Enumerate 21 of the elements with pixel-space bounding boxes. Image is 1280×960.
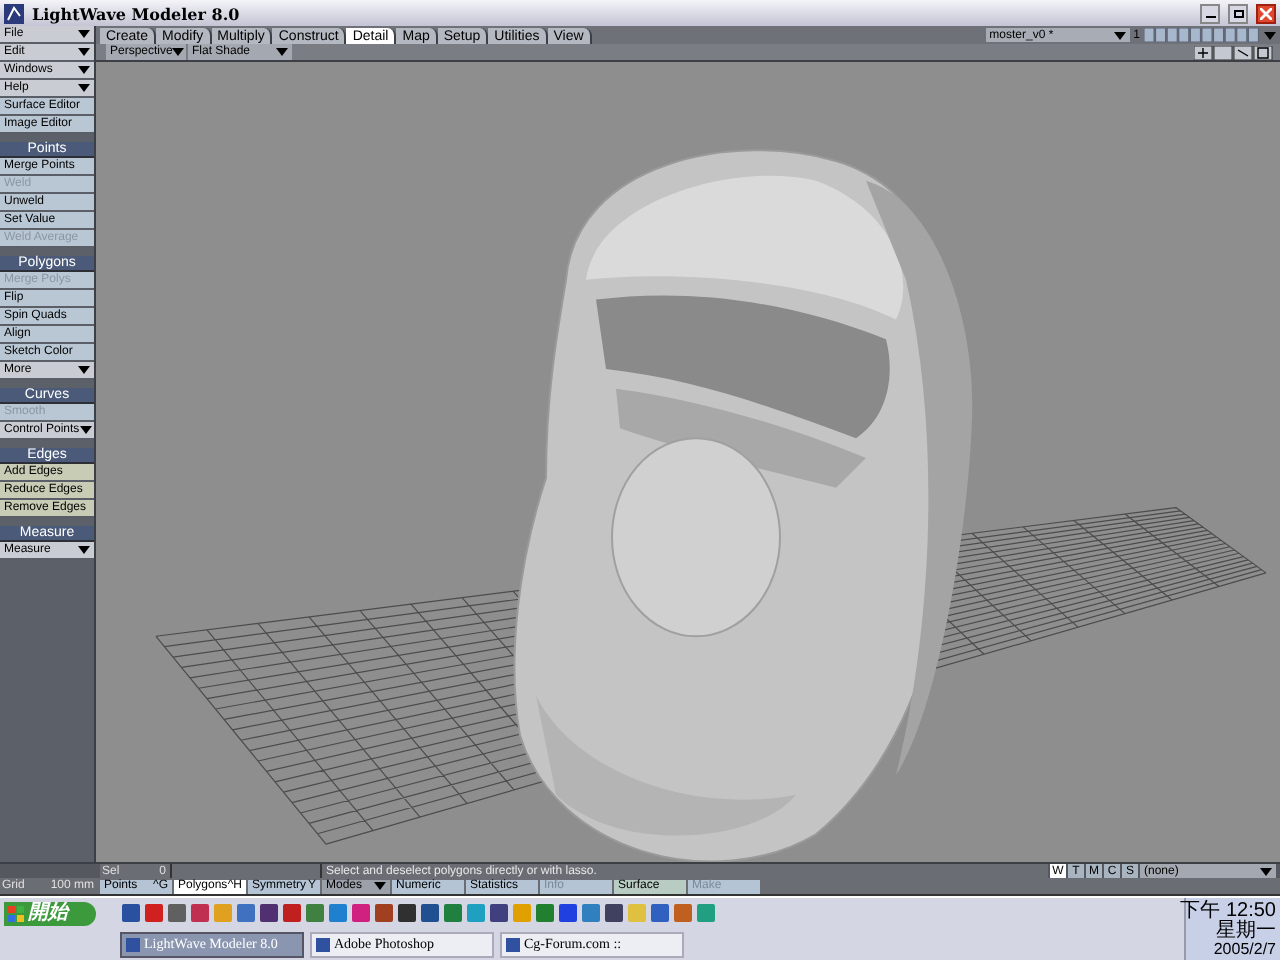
caret-icon [78,366,90,374]
caret-icon [172,48,185,56]
caret-icon [79,426,92,434]
app-icon [4,3,24,23]
minimize-button[interactable] [1200,3,1220,23]
viewport-controls-icon [1194,45,1274,59]
caret-icon [1113,31,1126,39]
clock-date: 2005/2/7 [1213,941,1276,957]
clock-weekday: 星期一 [1216,921,1276,941]
window-title: LightWave Modeler 8.0 [32,1,240,25]
close-icon [1260,7,1272,19]
caret-icon [374,882,386,890]
close-button[interactable] [1256,3,1276,23]
caret-icon [78,546,90,554]
start-button[interactable]: 開始 [4,901,96,925]
windows-logo-icon [8,905,24,921]
caret-icon [276,48,288,56]
restore-button[interactable] [1228,3,1248,23]
clock-time: 下午 12:50 [1180,901,1276,921]
caret-icon [1264,31,1276,39]
layer-buttons-icon [1144,28,1260,42]
